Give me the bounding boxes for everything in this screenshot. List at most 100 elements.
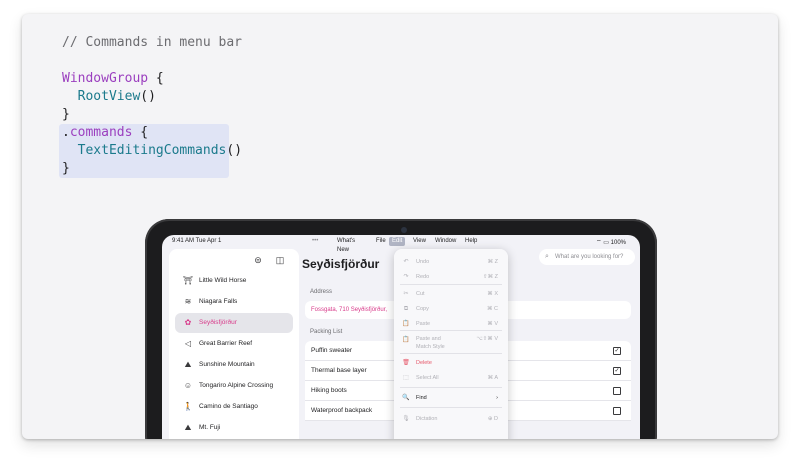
sidebar-item[interactable]: 🚶 Camino de Santiago xyxy=(175,397,293,417)
sidebar-toggle-icon[interactable]: ◫ xyxy=(275,255,285,265)
menu-item-label: Paste xyxy=(416,321,431,327)
ipad-screen: 9:41 AM Tue Apr 1 ⌔ ▭ 100% ••• What's Ne… xyxy=(162,235,640,439)
fish-icon: ◁ xyxy=(184,339,192,348)
menu-separator xyxy=(400,284,502,285)
search-placeholder: What are you looking for? xyxy=(555,254,624,260)
sidebar-item[interactable]: ⛰ Sunshine Mountain xyxy=(175,355,293,375)
detail-title: Seyðisfjörður xyxy=(302,257,380,271)
search-field[interactable]: ⌕ What are you looking for? xyxy=(539,249,635,265)
sidebar-item[interactable]: ⛩ Little Wild Horse xyxy=(175,271,293,291)
menu-item-shortcut: ⌘ X xyxy=(487,291,498,297)
menu-help[interactable]: Help xyxy=(462,237,480,246)
code-window-group: WindowGroup xyxy=(62,71,149,86)
code-commands: commands xyxy=(69,125,133,140)
sidebar-item-label: Mt. Fuji xyxy=(199,424,221,431)
code-line-commands: .commands { xyxy=(62,124,242,142)
sidebar-item[interactable]: ◁ Great Barrier Reef xyxy=(175,334,293,354)
code-block: // Commands in menu bar WindowGroup { Ro… xyxy=(62,34,242,178)
menu-item-label-line2: Match Style xyxy=(416,344,445,350)
code-close-brace-2: } xyxy=(62,161,70,176)
sidebar-item-label: Seyðisfjörður xyxy=(199,319,237,326)
menu-item-shortcut: ⌘ V xyxy=(487,321,498,327)
code-close-brace: } xyxy=(62,107,70,122)
sidebar-item[interactable]: ⛰ Mt. Fuji xyxy=(175,418,293,438)
face-icon: ☺ xyxy=(183,381,193,390)
status-battery: ⌔ ▭ 100% xyxy=(595,240,626,246)
packing-item-label: Hiking boots xyxy=(311,387,347,394)
menu-item-label: Delete xyxy=(416,360,432,366)
edit-menu: ↶ Undo ⌘ Z ↷ Redo ⇧⌘ Z ✂ Cut ⌘ X ⧉ Copy ⌘ C 📋 Paste ⌘ … xyxy=(394,249,508,439)
edit-menu-item-paste[interactable]: 📋 Paste ⌘ V xyxy=(394,317,508,331)
menu-item-icon: 🗑 xyxy=(402,360,410,366)
menu-item-icon: ⬚ xyxy=(403,375,409,381)
menu-separator xyxy=(400,353,502,354)
sidebar-item[interactable]: ✿ Seyðisfjörður xyxy=(175,313,293,333)
sidebar: ⊜ ◫ ⛩ Little Wild Horse ≋ Niagara Falls ✿ Sey… xyxy=(169,249,299,439)
menu-item-icon: ↷ xyxy=(403,274,409,280)
edit-menu-item-find[interactable]: 🔍 Find › xyxy=(394,391,508,405)
menu-item-shortcut: ⇧⌘ Z xyxy=(483,274,498,280)
menu-item-icon: 📋 xyxy=(402,321,410,327)
menu-file[interactable]: File xyxy=(373,237,389,246)
menu-item-shortcut: ⊕ D xyxy=(487,416,498,422)
address-label: Address xyxy=(310,289,333,295)
sparkle-icon: ✿ xyxy=(184,318,192,327)
sidebar-item-label: Camino de Santiago xyxy=(199,403,258,410)
checkbox-icon[interactable] xyxy=(613,387,621,395)
menu-item-label: Redo xyxy=(416,274,430,280)
code-root-view: RootView xyxy=(77,89,141,104)
menu-window[interactable]: Window xyxy=(432,237,459,246)
edit-menu-item-redo[interactable]: ↷ Redo ⇧⌘ Z xyxy=(394,270,508,284)
edit-menu-item-cut[interactable]: ✂ Cut ⌘ X xyxy=(394,287,508,301)
checkbox-checked-icon[interactable]: ✓ xyxy=(613,347,621,355)
filter-icon[interactable]: ⊜ xyxy=(253,255,263,265)
code-open-brace-2: { xyxy=(132,125,149,140)
menu-item-label: Dictation xyxy=(416,416,438,422)
menu-edit[interactable]: Edit xyxy=(389,237,406,246)
code-line-windowgroup: WindowGroup { xyxy=(62,70,242,88)
menu-separator xyxy=(400,387,502,388)
sidebar-item-label: Great Barrier Reef xyxy=(199,340,253,347)
sidebar-item-label: Little Wild Horse xyxy=(199,277,247,284)
edit-menu-item-copy[interactable]: ⧉ Copy ⌘ C xyxy=(394,302,508,316)
menu-whats-new[interactable]: What's New xyxy=(334,237,358,253)
menu-item-label: Cut xyxy=(416,291,425,297)
camera-icon xyxy=(401,227,407,233)
sidebar-item[interactable]: ≋ Niagara Falls xyxy=(175,292,293,312)
mountain-icon: ⛰ xyxy=(184,360,192,369)
slide: // Commands in menu bar WindowGroup { Ro… xyxy=(22,14,778,439)
edit-menu-item-delete[interactable]: 🗑 Delete xyxy=(394,356,508,370)
status-time: 9:41 AM Tue Apr 1 xyxy=(172,238,222,244)
code-line-rootview: RootView() xyxy=(62,88,242,106)
code-text-editing: TextEditingCommands xyxy=(77,143,227,158)
checkbox-icon[interactable] xyxy=(613,407,621,415)
packing-item-label: Puffin sweater xyxy=(311,347,353,354)
menu-item-label: Paste and Match Style xyxy=(416,335,445,351)
menu-item-shortcut: ⌥⇧⌘ V xyxy=(476,336,498,342)
battery-level: 100% xyxy=(610,240,626,246)
menu-item-icon: 📋 xyxy=(402,337,410,343)
menu-item-shortcut: ⌘ C xyxy=(487,306,498,312)
code-parens-2: () xyxy=(226,143,243,158)
water-icon: ≋ xyxy=(184,297,192,306)
menu-item-icon: ↶ xyxy=(403,259,409,265)
menu-item-label-line1: Paste and xyxy=(416,336,441,342)
edit-menu-item-undo[interactable]: ↶ Undo ⌘ Z xyxy=(394,255,508,269)
menu-item-icon: ✂ xyxy=(403,291,409,297)
edit-menu-item-paste-and[interactable]: 📋 Paste and Match Style ⌥⇧⌘ V xyxy=(394,333,508,353)
code-parens: () xyxy=(140,89,156,104)
multitasking-dots-icon[interactable]: ••• xyxy=(312,238,326,244)
code-line-textediting: TextEditingCommands() xyxy=(62,142,242,160)
sidebar-item[interactable]: ☺ Tongariro Alpine Crossing xyxy=(175,376,293,396)
menu-item-icon: 🎙 xyxy=(402,416,410,422)
edit-menu-item-dictation[interactable]: 🎙 Dictation ⊕ D xyxy=(394,412,508,426)
checkbox-checked-icon[interactable]: ✓ xyxy=(613,367,621,375)
menu-separator xyxy=(400,407,502,408)
edit-menu-item-select-all[interactable]: ⬚ Select All ⌘ A xyxy=(394,371,508,385)
packing-list-label: Packing List xyxy=(310,329,343,335)
mountain-icon: ⛰ xyxy=(184,423,192,432)
menu-item-label: Find xyxy=(416,395,427,401)
menu-item-shortcut: ⌘ Z xyxy=(487,259,498,265)
sidebar-item-label: Niagara Falls xyxy=(199,298,238,305)
menu-view[interactable]: View xyxy=(410,237,429,246)
